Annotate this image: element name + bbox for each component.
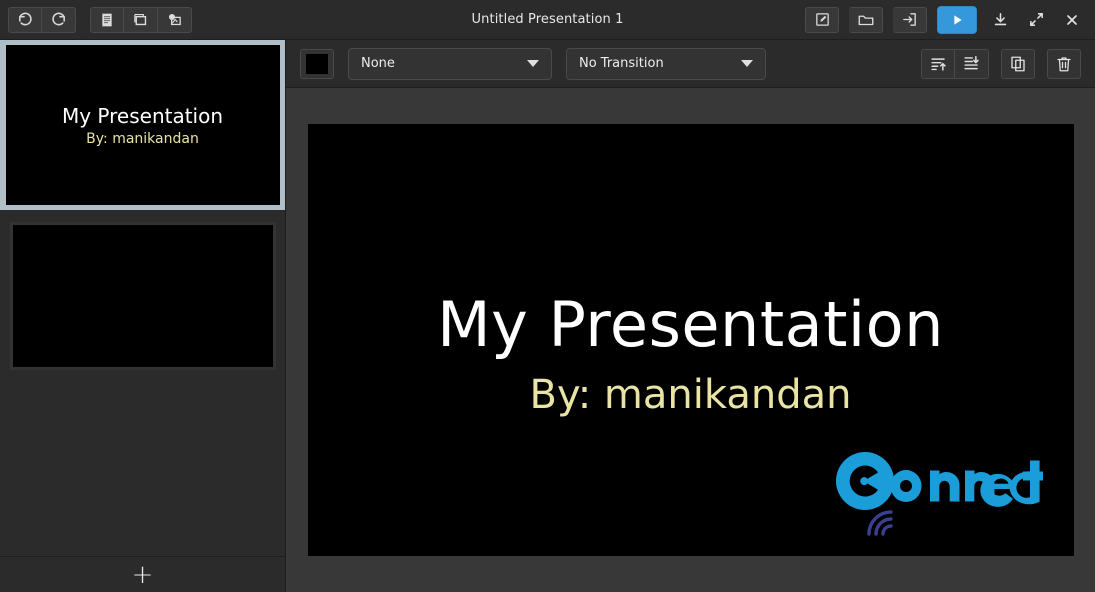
animation-select[interactable]: None [348, 47, 552, 80]
background-color-button[interactable] [300, 48, 334, 79]
transition-select[interactable]: No Transition [566, 47, 766, 80]
trash-icon [1057, 56, 1071, 71]
main-area: None No Transition My Presentation By: m… [286, 40, 1095, 592]
transition-select-value: No Transition [579, 56, 664, 71]
download-button[interactable] [987, 7, 1013, 33]
list-arrow-down-icon [964, 56, 979, 70]
undo-button[interactable] [8, 6, 42, 33]
download-icon [994, 13, 1006, 26]
connect-logo-wordmark [835, 452, 1043, 510]
duplicate-slide-button[interactable] [1001, 48, 1035, 79]
document-icon [102, 13, 112, 26]
undo-icon [18, 12, 32, 26]
slide-toolbar-right [921, 48, 1081, 79]
slide-thumbnail-1-title: My Presentation [61, 104, 224, 128]
slide-canvas[interactable]: My Presentation By: manikandan [307, 124, 1074, 556]
expand-icon [1029, 13, 1043, 26]
play-icon [954, 14, 962, 25]
slide-title-text[interactable]: My Presentation [308, 288, 1074, 361]
slide-canvas-area: My Presentation By: manikandan [286, 88, 1095, 592]
chevron-down-icon [741, 60, 753, 67]
slide-list: My Presentation By: manikandan [0, 40, 285, 556]
add-slide-label: + [131, 559, 154, 590]
edit-button[interactable] [805, 6, 839, 33]
close-icon [1067, 14, 1077, 25]
slide-thumbnail-sidebar: My Presentation By: manikandan + [0, 40, 286, 592]
redo-button[interactable] [42, 6, 76, 33]
titlebar-left-tools [0, 6, 192, 33]
slide-thumbnail-2[interactable] [0, 210, 285, 380]
open-button[interactable] [849, 6, 883, 33]
folder-icon [858, 15, 873, 25]
move-slide-group [921, 48, 989, 79]
chevron-down-icon [527, 60, 539, 67]
image-icon [168, 13, 181, 26]
delete-slide-button[interactable] [1047, 48, 1081, 79]
close-button[interactable] [1059, 7, 1085, 33]
titlebar-right-tools [805, 5, 1095, 34]
move-slide-up-button[interactable] [921, 48, 955, 79]
pencil-square-icon [815, 13, 829, 26]
image-button[interactable] [158, 6, 192, 33]
new-slide-button[interactable] [90, 6, 124, 33]
redo-icon [52, 12, 65, 26]
slide-thumbnail-2-canvas [9, 222, 276, 370]
layout-icon [134, 13, 147, 26]
slide-toolbar: None No Transition [286, 40, 1095, 88]
slide-thumbnail-1[interactable]: My Presentation By: manikandan [0, 40, 285, 210]
layout-button[interactable] [124, 6, 158, 33]
move-slide-down-button[interactable] [955, 48, 989, 79]
slide-subtitle-text[interactable]: By: manikandan [308, 372, 1074, 418]
list-arrow-up-icon [930, 58, 946, 71]
export-icon [903, 13, 916, 26]
connect-logo [835, 452, 1043, 536]
connect-logo-arcs [866, 510, 893, 536]
add-slide-button[interactable]: + [0, 556, 285, 592]
export-button[interactable] [893, 6, 927, 33]
slide-thumbnail-1-canvas: My Presentation By: manikandan [5, 45, 280, 205]
slide-thumbnail-1-subtitle: By: manikandan [86, 131, 199, 147]
insert-button-group [90, 6, 192, 33]
history-button-group [8, 6, 76, 33]
copy-icon [1011, 56, 1025, 71]
animation-select-value: None [361, 56, 395, 71]
presentation-app: Untitled Presentation 1 My Presentation … [0, 0, 1095, 592]
play-button[interactable] [937, 5, 977, 34]
app-body: My Presentation By: manikandan + None No… [0, 40, 1095, 592]
title-bar: Untitled Presentation 1 [0, 0, 1095, 40]
fullscreen-button[interactable] [1023, 7, 1049, 33]
background-color-swatch [306, 53, 328, 74]
